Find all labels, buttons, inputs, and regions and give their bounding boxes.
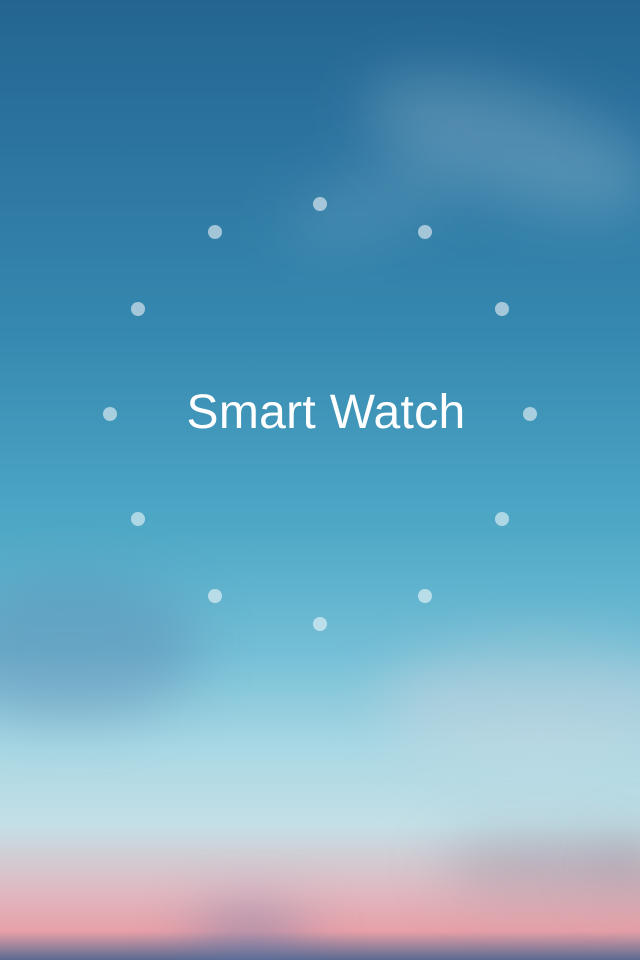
splash-screen: Smart Watch	[0, 0, 640, 960]
app-title: Smart Watch	[186, 386, 466, 439]
dial-marker-dot	[131, 302, 146, 316]
dial-marker-dot	[131, 512, 146, 526]
dial-marker-dot	[494, 512, 509, 526]
dial-marker-dot	[208, 225, 222, 240]
dial-marker-dot	[418, 225, 432, 240]
watch-dial-markers	[0, 0, 640, 960]
dial-marker-dot	[208, 588, 222, 603]
dial-marker-dot	[418, 588, 432, 603]
dial-marker-dot	[313, 197, 327, 211]
dial-marker-dot	[313, 617, 327, 631]
dial-marker-dot	[494, 302, 509, 316]
